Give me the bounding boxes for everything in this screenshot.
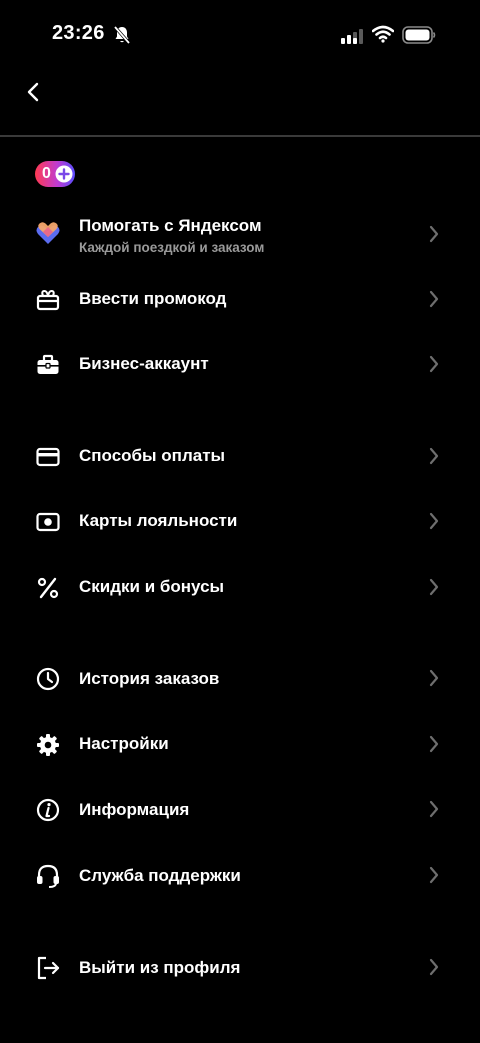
headset-icon	[37, 864, 59, 888]
plus-points-count: 0	[42, 165, 51, 182]
info-icon	[36, 798, 60, 822]
menu-item-logout[interactable]: Выйти из профиля	[0, 939, 480, 995]
battery-icon	[402, 26, 436, 44]
chevron-left-icon	[27, 82, 39, 102]
chevron-right-icon	[429, 735, 439, 753]
cellular-signal-icon	[341, 29, 363, 44]
card-icon	[36, 447, 60, 467]
chevron-right-icon	[429, 512, 439, 530]
gear-icon	[37, 734, 59, 756]
menu-item-label: Информация	[79, 800, 190, 819]
menu-item-order-history[interactable]: История заказов	[0, 650, 480, 706]
gift-icon	[36, 289, 60, 311]
plus-points-badge[interactable]: 0	[35, 161, 75, 187]
header-divider	[0, 135, 480, 137]
menu-item-label: Карты лояльности	[79, 511, 238, 530]
bell-off-icon	[113, 25, 131, 45]
menu-item-promo-code[interactable]: Ввести промокод	[0, 271, 480, 327]
briefcase-icon	[37, 354, 59, 374]
menu-item-label: История заказов	[79, 669, 220, 688]
wifi-icon	[372, 25, 394, 43]
chevron-right-icon	[429, 578, 439, 596]
menu-item-label: Бизнес-аккаунт	[79, 354, 209, 373]
chevron-right-icon	[429, 447, 439, 465]
menu-item-label: Скидки и бонусы	[79, 577, 225, 596]
menu-item-label: Помогать с Яндексом	[79, 216, 262, 235]
chevron-right-icon	[429, 669, 439, 687]
chevron-right-icon	[429, 866, 439, 884]
plus-circle-icon	[55, 165, 73, 183]
menu-item-business-account[interactable]: Бизнес-аккаунт	[0, 336, 480, 392]
chevron-right-icon	[429, 958, 439, 976]
menu-item-label: Способы оплаты	[79, 446, 226, 465]
menu-item-discounts-bonuses[interactable]: Скидки и бонусы	[0, 559, 480, 615]
menu-item-loyalty-cards[interactable]: Карты лояльности	[0, 493, 480, 549]
status-bar: 23:26	[0, 0, 480, 70]
menu-item-label: Ввести промокод	[79, 289, 227, 308]
hearts-icon	[36, 222, 60, 244]
menu-item-sublabel: Каждой поездкой и заказом	[79, 240, 265, 255]
chevron-right-icon	[429, 290, 439, 308]
clock-icon	[36, 667, 60, 691]
menu-item-help-with-yandex[interactable]: Помогать с Яндексом Каждой поездкой и за…	[0, 206, 480, 262]
menu-item-information[interactable]: Информация	[0, 781, 480, 837]
chevron-right-icon	[429, 355, 439, 373]
back-button[interactable]	[16, 72, 50, 112]
status-time: 23:26	[52, 22, 105, 44]
menu-item-label: Служба поддержки	[79, 866, 241, 885]
menu-item-support[interactable]: Служба поддержки	[0, 847, 480, 903]
menu-item-settings[interactable]: Настройки	[0, 716, 480, 772]
menu-item-label: Выйти из профиля	[79, 958, 241, 977]
chevron-right-icon	[429, 225, 439, 243]
percent-icon	[37, 577, 59, 599]
logout-icon	[37, 956, 60, 980]
menu-item-payment-methods[interactable]: Способы оплаты	[0, 428, 480, 484]
menu-item-label: Настройки	[79, 734, 169, 753]
loyalty-card-icon	[36, 512, 60, 532]
chevron-right-icon	[429, 800, 439, 818]
